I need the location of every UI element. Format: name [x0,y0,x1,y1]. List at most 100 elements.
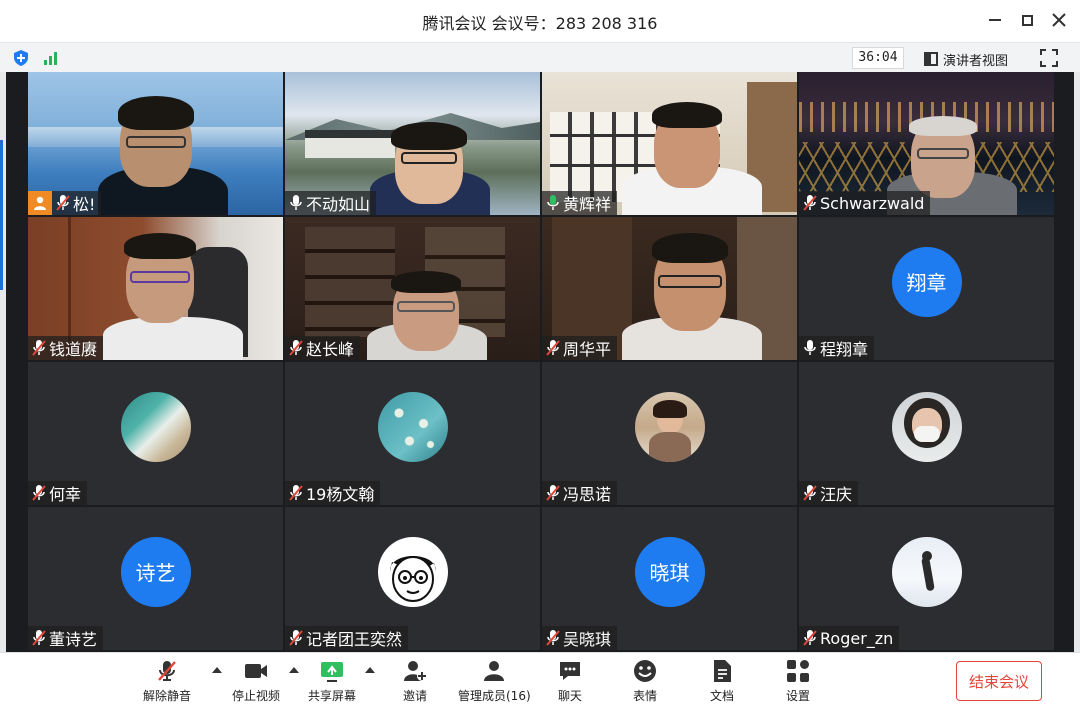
right-edge [1074,72,1080,652]
share-screen-button[interactable]: 共享屏幕 [308,659,356,704]
end-meeting-button[interactable]: 结束会议 [956,661,1042,701]
mic-muted-icon [158,661,176,681]
participant-tile[interactable]: 何幸 [28,362,283,505]
manage-members-label: 管理成员(16) [458,689,531,703]
emoji-label: 表情 [633,689,658,703]
video-options-caret-icon[interactable] [289,667,299,673]
share-screen-icon [321,662,343,682]
speaker-view-label: 演讲者视图 [943,53,1009,69]
participant-tile[interactable]: 汪庆 [799,362,1054,505]
participant-nameplate: 程翔章 [799,336,875,360]
participant-nameplate: 松! [52,191,102,215]
mic-muted-icon [546,630,560,646]
share-screen-label: 共享屏幕 [308,689,357,703]
mic-muted-icon [546,340,560,356]
participant-tile[interactable]: Roger_zn [799,507,1054,650]
participant-tile[interactable]: 松! [28,72,283,215]
snow-figure-avatar [891,536,962,607]
settings-button[interactable]: 设置 [786,659,810,704]
participant-tile[interactable]: 冯思诺 [542,362,797,505]
members-icon [484,661,505,681]
fullscreen-icon[interactable] [1040,49,1058,67]
participant-name: 董诗艺 [49,630,98,649]
chat-icon [560,662,580,680]
beach-photo-avatar [120,391,191,462]
participant-tile[interactable]: Schwarzwald [799,72,1054,215]
audio-options-caret-icon[interactable] [212,667,222,673]
docs-label: 文档 [710,689,735,703]
mic-muted-icon [56,195,70,211]
participant-nameplate: 赵长峰 [285,336,361,360]
participant-name: Roger_zn [820,628,894,648]
video-camera-icon [245,664,267,678]
participant-tile[interactable]: 周华平 [542,217,797,360]
network-signal-icon[interactable] [44,51,57,65]
participant-name: 程翔章 [820,340,869,359]
title-bar: 腾讯会议 会议号：283 208 316 [0,0,1080,42]
stop-video-button[interactable]: 停止视频 [232,659,280,704]
participant-nameplate: Schwarzwald [799,191,931,215]
participant-tile[interactable]: 赵长峰 [285,217,540,360]
document-icon [714,660,731,682]
participant-tile[interactable]: 19杨文翰 [285,362,540,505]
minimize-button[interactable] [980,6,1010,34]
cartoon-boy-avatar [377,536,448,607]
speaker-view-toggle[interactable]: 演讲者视图 [924,48,1008,70]
participant-name: 吴晓琪 [563,630,612,649]
close-button[interactable] [1044,6,1074,34]
mic-icon [290,195,302,210]
participant-tile[interactable]: 钱道赓 [28,217,283,360]
mic-muted-icon [803,485,817,501]
manage-members-button[interactable]: 管理成员(16) [458,659,531,704]
invite-button[interactable]: 邀请 [403,659,427,704]
side-accent [0,140,3,290]
participant-tile[interactable]: 翔章 程翔章 [799,217,1054,360]
chat-label: 聊天 [558,689,583,703]
unmute-label: 解除静音 [143,689,192,703]
mic-muted-icon [32,485,46,501]
settings-grid-icon [787,660,809,682]
host-icon [34,196,46,210]
participant-nameplate: 黄辉祥 [542,191,618,215]
stop-video-label: 停止视频 [232,689,281,703]
share-options-caret-icon[interactable] [365,667,375,673]
mic-muted-icon [803,630,817,646]
participant-nameplate: 汪庆 [799,481,859,505]
participant-name: 松! [73,195,96,214]
unmute-button[interactable]: 解除静音 [143,659,191,704]
meeting-toolbar: 解除静音 停止视频 共享屏幕 邀请 管理成员(16) 聊天 表情 文档 设置 结… [0,652,1080,709]
participant-nameplate: 记者团王奕然 [285,626,409,650]
emoji-button[interactable]: 表情 [633,659,657,704]
participant-tile[interactable]: 不动如山 [285,72,540,215]
participant-tile-active-speaker[interactable]: 黄辉祥 [542,72,797,215]
maximize-button[interactable] [1012,6,1042,34]
mic-muted-icon [289,340,303,356]
participant-name: 不动如山 [306,195,371,214]
security-shield-icon[interactable] [14,50,28,66]
host-badge [28,191,52,215]
mic-muted-icon [32,630,46,646]
participant-nameplate: 周华平 [542,336,618,360]
almond-blossom-avatar [377,391,448,462]
maximize-icon [1021,14,1033,26]
mic-icon [804,340,816,355]
text-avatar: 晓琪 [634,536,705,607]
participant-tile[interactable]: 晓琪 吴晓琪 [542,507,797,650]
girl-photo-avatar [634,391,705,462]
mic-speaking-icon [547,195,559,210]
docs-button[interactable]: 文档 [710,659,734,704]
participant-tile[interactable]: 记者团王奕然 [285,507,540,650]
close-icon [1052,13,1066,27]
participant-name: 汪庆 [820,485,853,504]
meeting-timer: 36:04 [852,47,904,69]
participant-nameplate: 吴晓琪 [542,626,618,650]
participant-name: 记者团王奕然 [306,630,403,649]
text-avatar: 诗艺 [120,536,191,607]
chat-button[interactable]: 聊天 [558,659,582,704]
participant-nameplate: 钱道赓 [28,336,104,360]
status-bar: 36:04 演讲者视图 [0,42,1080,72]
participant-nameplate: 19杨文翰 [285,481,381,505]
participant-nameplate: 董诗艺 [28,626,104,650]
emoji-icon [634,660,656,682]
participant-tile[interactable]: 诗艺 董诗艺 [28,507,283,650]
